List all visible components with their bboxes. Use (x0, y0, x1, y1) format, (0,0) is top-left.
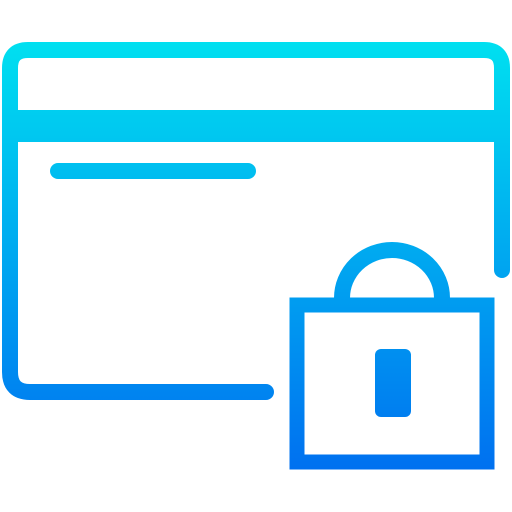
padlock-shackle (334, 242, 450, 299)
icon-canvas (0, 0, 512, 512)
padlock-keyhole (375, 349, 411, 417)
credit-card-outline-icon (2, 42, 510, 400)
padlock-icon (289, 242, 495, 470)
secure-credit-card-icon (2, 42, 510, 470)
magnetic-stripe (10, 110, 502, 142)
